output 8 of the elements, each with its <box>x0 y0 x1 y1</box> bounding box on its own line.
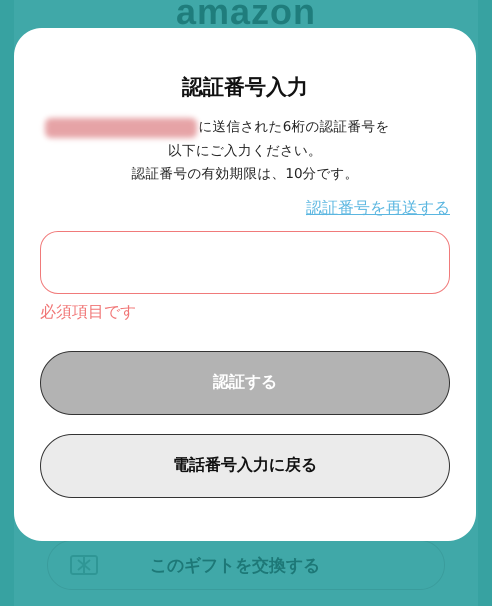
error-message: 必須項目です <box>40 300 137 322</box>
instruction-text: に送信された6桁の認証番号を <box>198 118 390 137</box>
code-input-field[interactable] <box>40 230 450 294</box>
instruction-text: 認証番号の有効期限は、10分です。 <box>131 165 359 184</box>
instruction-text: 以下にご入力ください。 <box>168 142 322 160</box>
resend-code-link[interactable]: 認証番号を再送する <box>306 196 450 218</box>
back-button[interactable]: 電話番号入力に戻る <box>40 434 450 498</box>
dialog-title: 認証番号入力 <box>182 74 308 101</box>
